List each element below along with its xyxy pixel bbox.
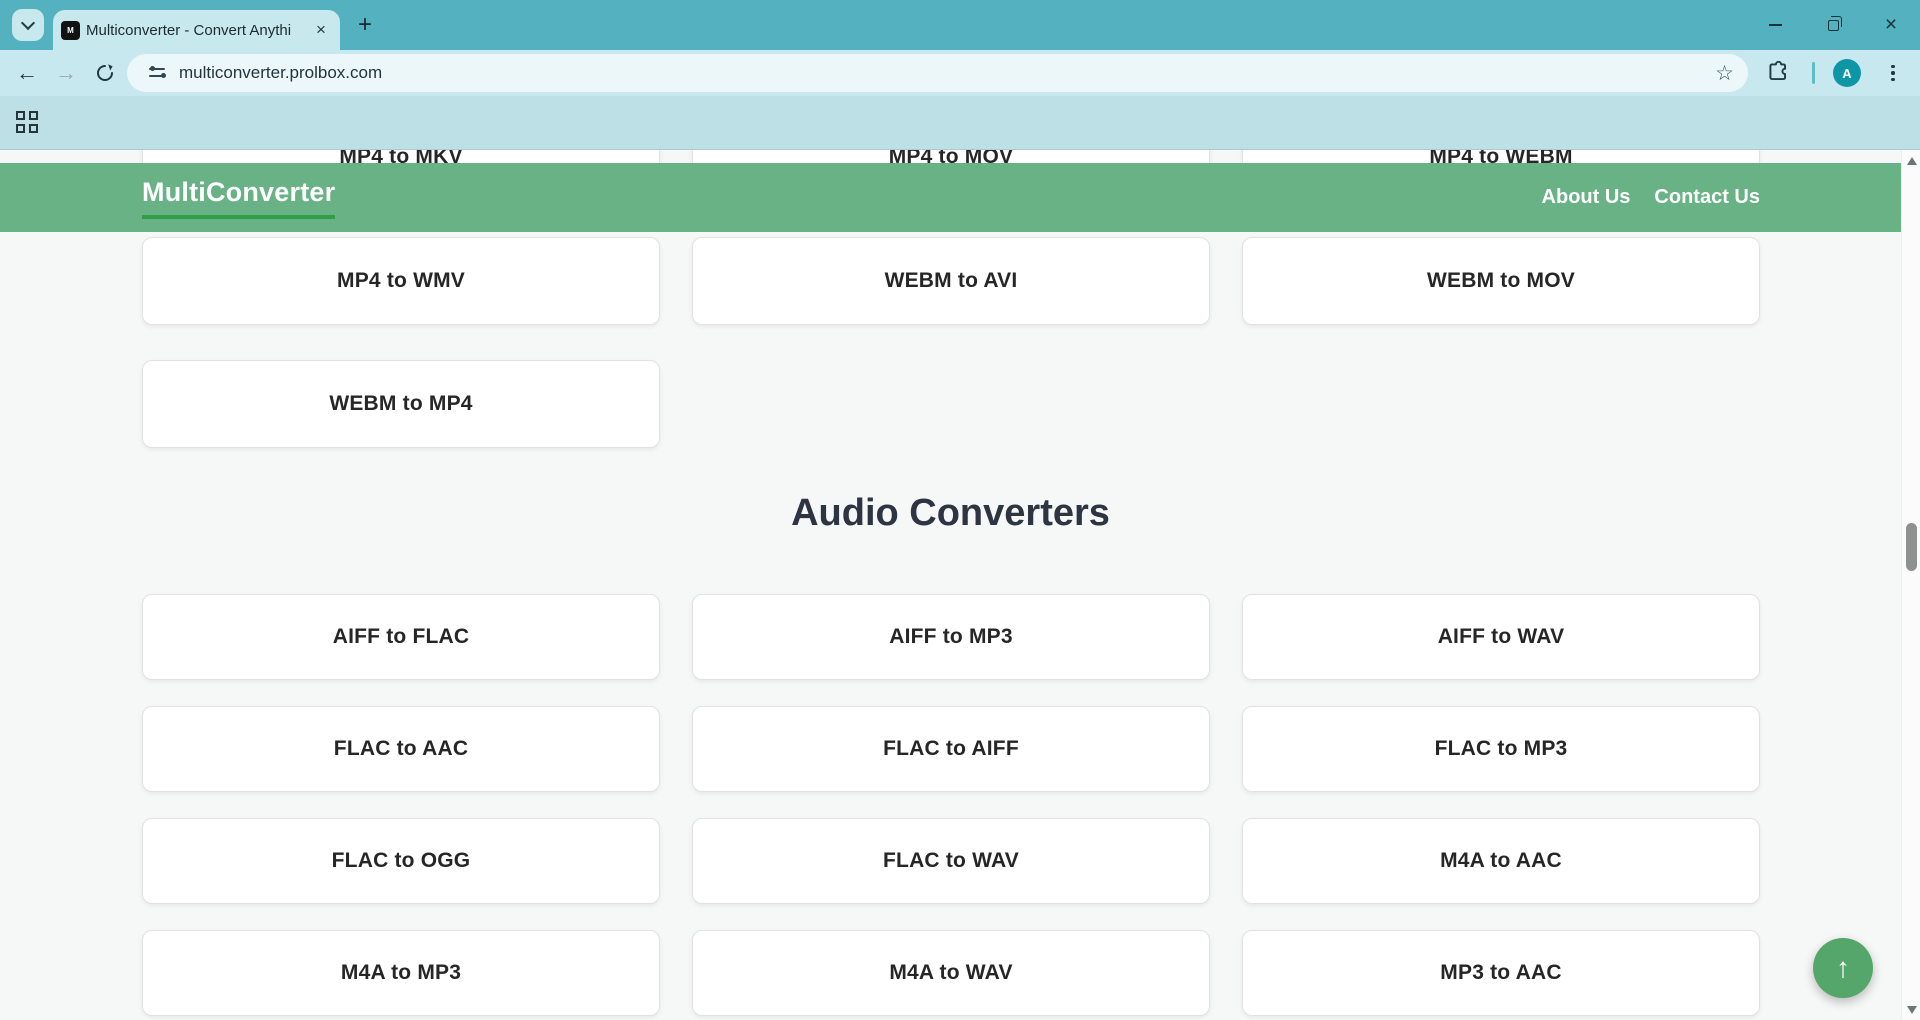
converter-card[interactable]: AIFF to FLAC (142, 594, 660, 680)
converter-card[interactable]: FLAC to WAV (692, 818, 1210, 904)
video-card-row: MP4 to WMV WEBM to AVI WEBM to MOV (142, 237, 1760, 325)
site-favicon-icon: M (61, 21, 80, 40)
tab-title: Multiconverter - Convert Anythi (86, 22, 306, 39)
scrollbar-down-button[interactable] (1902, 1001, 1920, 1018)
site-nav: About Us Contact Us (1542, 186, 1760, 209)
tab-strip: M Multiconverter - Convert Anythi × + × (0, 0, 1920, 50)
nav-link-contact[interactable]: Contact Us (1654, 186, 1760, 209)
address-bar[interactable]: multiconverter.prolbox.com ☆ (127, 54, 1748, 92)
audio-converters-heading: Audio Converters (0, 486, 1901, 540)
close-window-button[interactable]: × (1862, 0, 1920, 50)
minimize-button[interactable] (1746, 0, 1804, 50)
forward-button[interactable]: → (50, 57, 82, 89)
converter-card[interactable]: FLAC to MP3 (1242, 706, 1760, 792)
extensions-button[interactable] (1765, 59, 1791, 90)
restore-icon (1828, 20, 1839, 31)
triangle-up-icon (1907, 157, 1917, 165)
window-controls: × (1746, 0, 1920, 50)
page-content: MP4 to WMV WEBM to AVI WEBM to MOV WEBM … (0, 232, 1901, 1016)
active-tab[interactable]: M Multiconverter - Convert Anythi × (53, 10, 340, 50)
back-button[interactable]: ← (11, 57, 43, 89)
reload-icon (95, 63, 115, 83)
tab-search-button[interactable] (12, 9, 44, 41)
tab-close-button[interactable]: × (312, 21, 330, 39)
maximize-button[interactable] (1804, 0, 1862, 50)
converter-card[interactable]: FLAC to AIFF (692, 706, 1210, 792)
site-info-icon[interactable] (149, 66, 167, 80)
converter-card[interactable]: AIFF to MP3 (692, 594, 1210, 680)
converter-card[interactable]: M4A to MP3 (142, 930, 660, 1016)
video-card-row: WEBM to MP4 (142, 360, 1760, 448)
converter-card[interactable]: FLAC to OGG (142, 818, 660, 904)
converter-card[interactable]: WEBM to MP4 (142, 360, 660, 448)
reload-button[interactable] (89, 57, 121, 89)
converter-card[interactable]: M4A to WAV (692, 930, 1210, 1016)
bookmark-star-button[interactable]: ☆ (1715, 61, 1734, 86)
extensions-puzzle-icon (1765, 59, 1791, 85)
up-arrow-icon: ↑ (1836, 952, 1850, 984)
toolbar-separator (1812, 62, 1815, 84)
browser-menu-button[interactable] (1884, 60, 1902, 86)
scrollbar-thumb[interactable] (1906, 523, 1917, 571)
converter-card[interactable]: WEBM to AVI (692, 237, 1210, 325)
new-tab-button[interactable]: + (352, 13, 378, 39)
nav-link-about[interactable]: About Us (1542, 186, 1631, 209)
apps-grid-button[interactable] (16, 111, 40, 135)
chevron-down-icon (21, 15, 35, 29)
page-scrollbar[interactable] (1901, 150, 1920, 1020)
site-header: MultiConverter About Us Contact Us (0, 163, 1901, 232)
url-text: multiconverter.prolbox.com (179, 63, 382, 83)
converter-card[interactable]: MP4 to WMV (142, 237, 660, 325)
bookmarks-bar (0, 96, 1920, 150)
converter-card[interactable]: AIFF to WAV (1242, 594, 1760, 680)
profile-avatar-button[interactable]: A (1833, 59, 1861, 87)
converter-card[interactable]: MP3 to AAC (1242, 930, 1760, 1016)
scrollbar-up-button[interactable] (1902, 152, 1920, 169)
converter-card[interactable]: FLAC to AAC (142, 706, 660, 792)
scroll-to-top-button[interactable]: ↑ (1813, 938, 1873, 998)
close-icon: × (1885, 15, 1897, 35)
converter-card[interactable]: WEBM to MOV (1242, 237, 1760, 325)
brand-logo[interactable]: MultiConverter (142, 177, 335, 219)
minimize-icon (1769, 24, 1782, 26)
triangle-down-icon (1907, 1006, 1917, 1014)
audio-card-grid: AIFF to FLAC AIFF to MP3 AIFF to WAV FLA… (142, 594, 1760, 1016)
page-viewport: MP4 to MKV MP4 to MOV MP4 to WEBM MultiC… (0, 150, 1901, 1020)
converter-card[interactable]: M4A to AAC (1242, 818, 1760, 904)
browser-toolbar: ← → multiconverter.prolbox.com ☆ A (0, 50, 1920, 96)
